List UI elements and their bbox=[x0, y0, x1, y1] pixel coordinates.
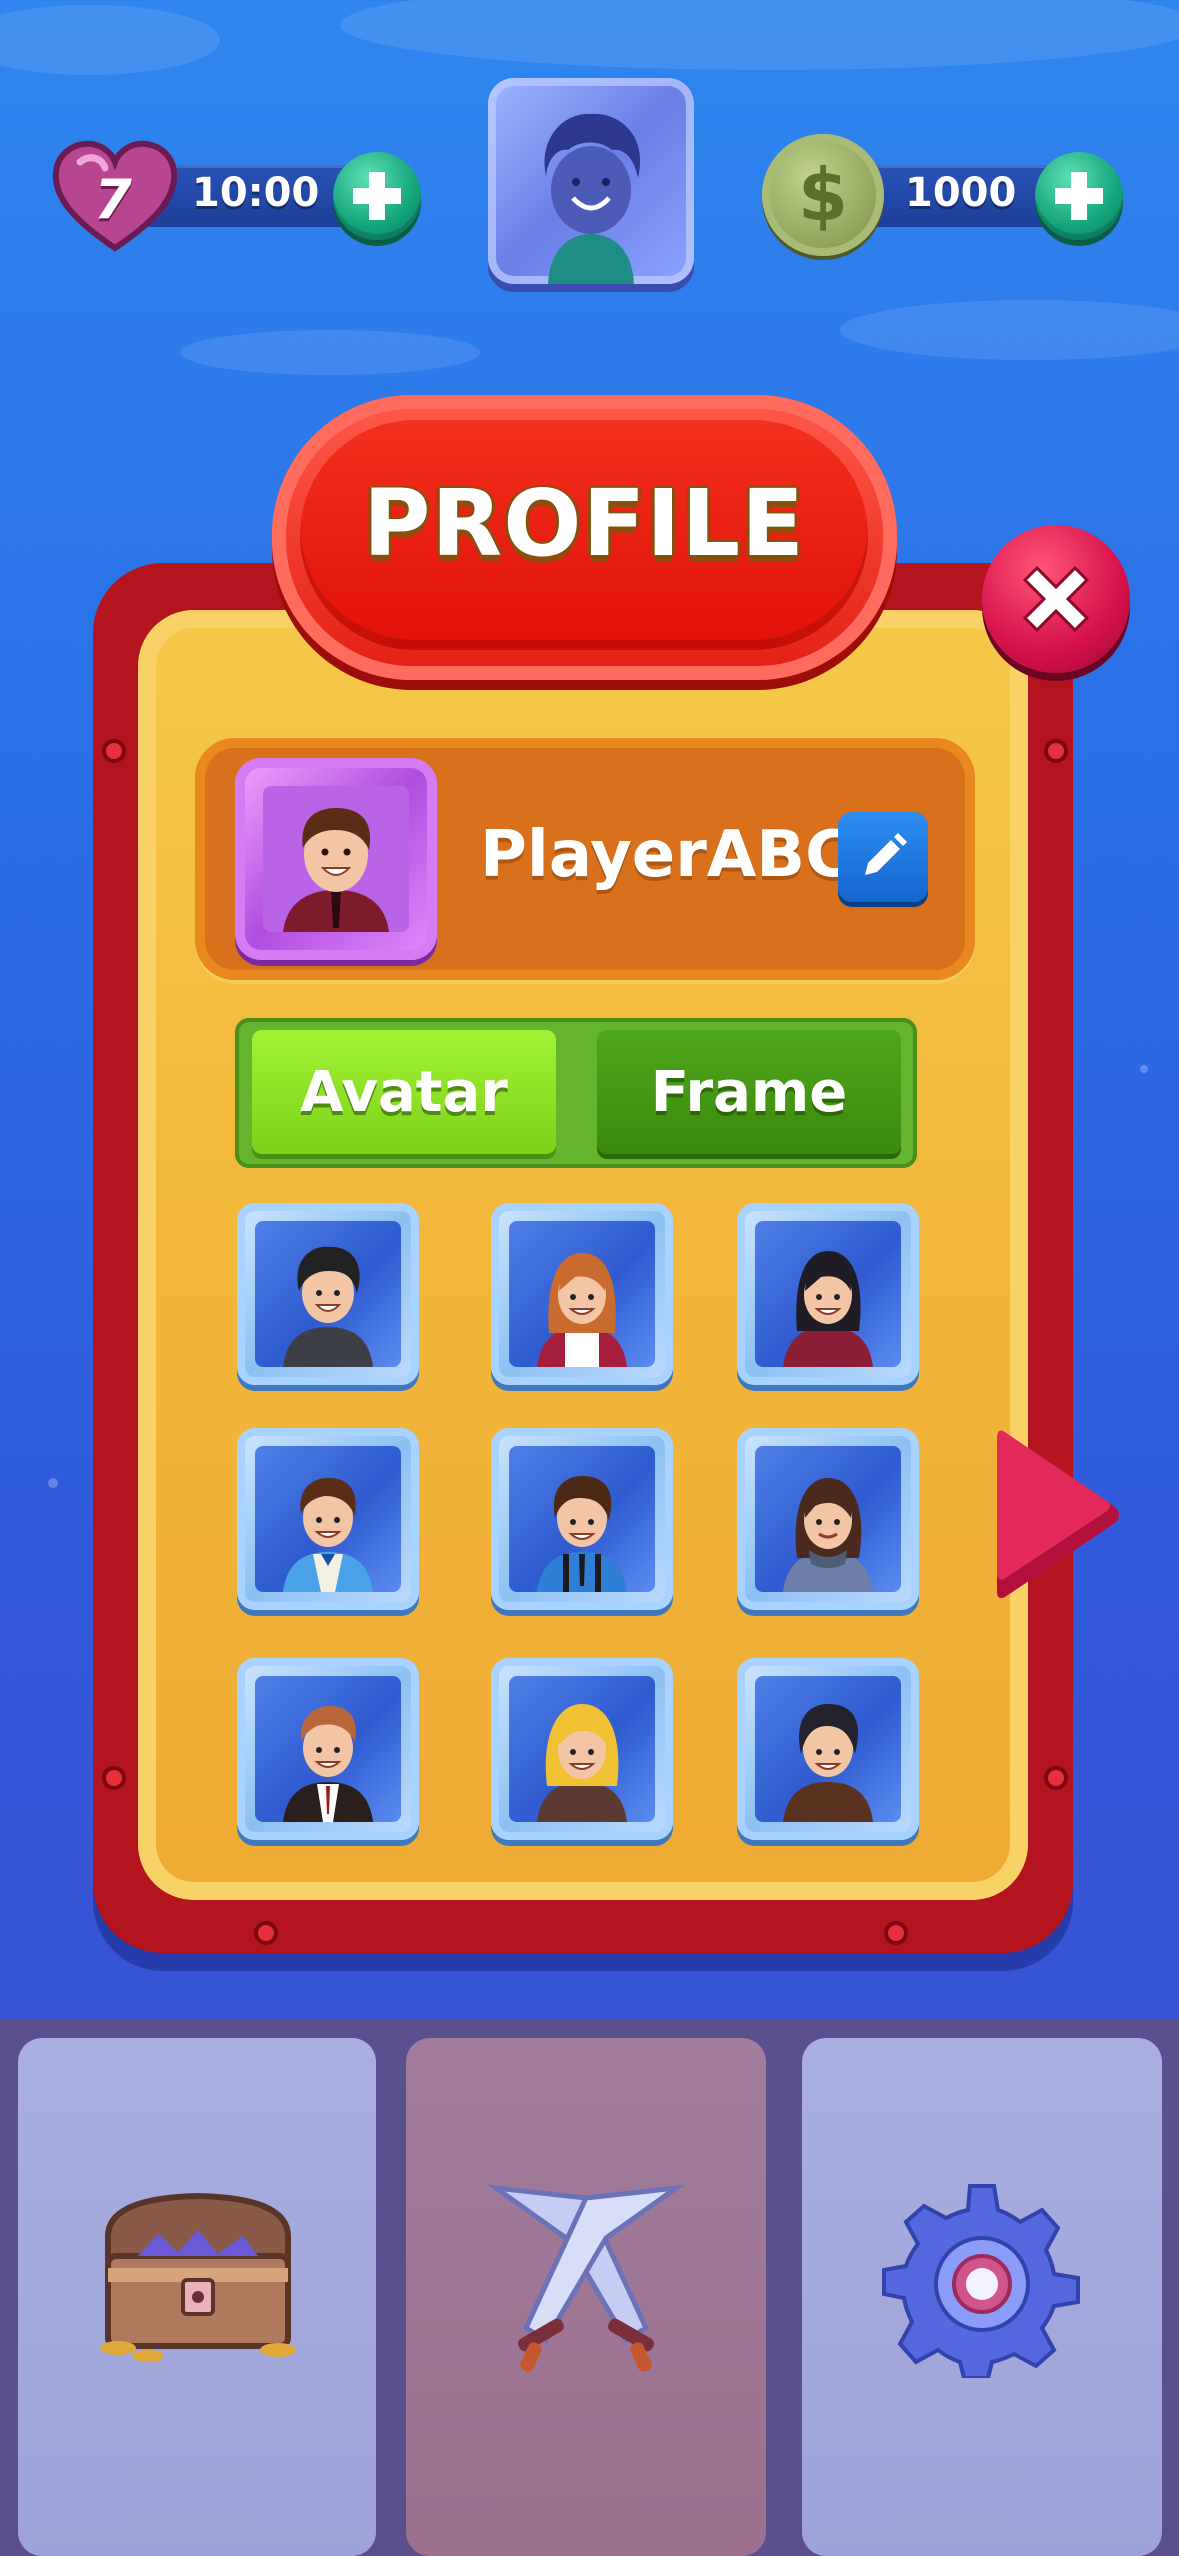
plus-icon bbox=[1055, 172, 1103, 220]
lives-timer: 10:00 bbox=[192, 170, 320, 216]
current-avatar[interactable] bbox=[235, 758, 437, 960]
player-avatar-button[interactable] bbox=[488, 78, 694, 284]
avatar-blonde-girl-icon bbox=[537, 1704, 627, 1822]
lives-count: 7 bbox=[94, 168, 132, 231]
close-button[interactable] bbox=[982, 525, 1130, 673]
rivet-decoration bbox=[106, 1770, 122, 1786]
avatar-option[interactable] bbox=[491, 1203, 673, 1385]
crossed-swords-icon bbox=[486, 2184, 686, 2372]
avatar-tie-man-icon bbox=[263, 786, 409, 932]
avatar-option[interactable] bbox=[237, 1428, 419, 1610]
close-icon bbox=[1022, 565, 1090, 633]
add-coins-button[interactable] bbox=[1035, 152, 1123, 240]
panel-title: PROFILE bbox=[362, 470, 806, 577]
nav-treasure-button[interactable] bbox=[18, 2038, 376, 2556]
gear-icon bbox=[882, 2184, 1080, 2378]
background-bubble bbox=[1140, 1065, 1148, 1073]
avatar-option[interactable] bbox=[737, 1203, 919, 1385]
tab-avatar[interactable]: Avatar bbox=[252, 1030, 556, 1154]
player-name: PlayerABC bbox=[480, 818, 853, 892]
avatar-suspenders-boy-icon bbox=[537, 1476, 627, 1592]
plus-icon bbox=[353, 172, 401, 220]
avatar-option[interactable] bbox=[237, 1203, 419, 1385]
avatar-ginger-girl-icon bbox=[537, 1253, 627, 1367]
tab-frame[interactable]: Frame bbox=[597, 1030, 901, 1154]
avatar-dark-hair-boy-icon bbox=[783, 1704, 873, 1822]
avatar-suit-man-icon bbox=[283, 1706, 373, 1822]
coin-count: 1000 bbox=[905, 170, 1017, 216]
background-wave bbox=[180, 330, 480, 375]
nav-battle-button[interactable] bbox=[406, 2038, 766, 2556]
avatar-option[interactable] bbox=[491, 1428, 673, 1610]
rivet-decoration bbox=[888, 1925, 904, 1941]
avatar-curly-hair-boy-icon bbox=[544, 113, 641, 284]
avatar-dark-hair-girl-icon bbox=[783, 1251, 873, 1367]
rivet-decoration bbox=[106, 743, 122, 759]
background-wave bbox=[0, 5, 220, 75]
rivet-decoration bbox=[1048, 1770, 1064, 1786]
next-page-arrow[interactable] bbox=[995, 1425, 1125, 1605]
avatar-option[interactable] bbox=[237, 1658, 419, 1840]
avatar-option[interactable] bbox=[737, 1428, 919, 1610]
background-bubble bbox=[48, 1478, 58, 1488]
avatar-option[interactable] bbox=[737, 1658, 919, 1840]
avatar-curly-hair-boy-icon bbox=[283, 1246, 373, 1367]
rivet-decoration bbox=[1048, 743, 1064, 759]
avatar-scarf-girl-icon bbox=[783, 1478, 873, 1592]
rivet-decoration bbox=[258, 1925, 274, 1941]
treasure-chest-icon bbox=[100, 2192, 296, 2362]
add-lives-button[interactable] bbox=[333, 152, 421, 240]
background-wave bbox=[840, 300, 1179, 360]
nav-settings-button[interactable] bbox=[802, 2038, 1162, 2556]
edit-name-button[interactable] bbox=[838, 812, 928, 902]
avatar-vest-boy-icon bbox=[283, 1478, 373, 1592]
coin-icon: $ bbox=[762, 134, 884, 256]
pencil-icon bbox=[865, 833, 907, 875]
background-wave bbox=[340, 0, 1179, 70]
avatar-option[interactable] bbox=[491, 1658, 673, 1840]
